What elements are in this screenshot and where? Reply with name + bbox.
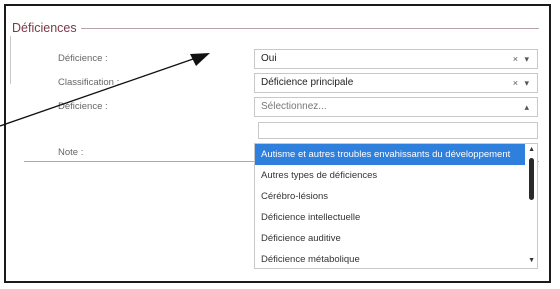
arrow-head: [190, 53, 210, 66]
arrow-shaft: [0, 57, 197, 127]
annotation-arrow-icon: [0, 53, 210, 127]
